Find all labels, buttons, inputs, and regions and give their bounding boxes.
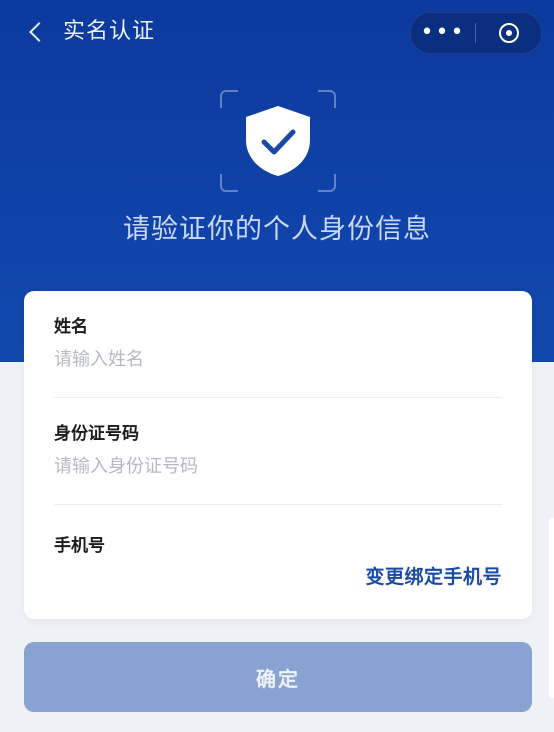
edge-scrollbar xyxy=(549,518,554,698)
target-close-icon xyxy=(498,23,519,43)
mini-program-capsule: ••• xyxy=(410,12,542,54)
id-number-field: 身份证号码 xyxy=(54,421,502,481)
headline: 请验证你的个人身份信息 xyxy=(123,214,431,245)
close-button[interactable] xyxy=(476,13,541,53)
name-label: 姓名 xyxy=(54,317,88,337)
name-input[interactable] xyxy=(54,346,502,374)
phone-field: 手机号 xyxy=(54,533,502,559)
frame-corner-bottom-left xyxy=(220,174,238,192)
more-button[interactable]: ••• xyxy=(411,13,475,53)
identity-form: 姓名 身份证号码 手机号 变更绑定手机号 xyxy=(24,291,532,619)
frame-corner-top-right xyxy=(318,90,336,108)
field-divider xyxy=(54,397,502,398)
change-phone-link[interactable]: 变更绑定手机号 xyxy=(365,563,502,591)
field-divider xyxy=(54,504,502,505)
id-number-label: 身份证号码 xyxy=(54,424,139,444)
name-field: 姓名 xyxy=(54,314,502,374)
back-button[interactable] xyxy=(22,16,50,48)
more-dots-icon: ••• xyxy=(420,20,466,45)
confirm-button[interactable]: 确定 xyxy=(24,642,532,712)
page-title: 实名认证 xyxy=(63,19,156,44)
frame-corner-top-left xyxy=(220,90,238,108)
phone-label: 手机号 xyxy=(54,536,105,556)
frame-corner-bottom-right xyxy=(318,174,336,192)
id-number-input[interactable] xyxy=(54,453,502,481)
shield-check-icon xyxy=(246,106,310,176)
